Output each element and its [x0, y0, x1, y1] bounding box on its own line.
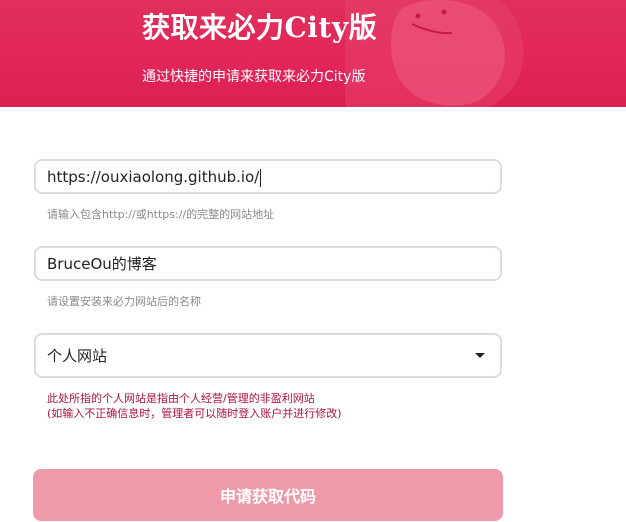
site-name-hint: 请设置安装来必力网站后的名称 — [47, 295, 201, 308]
site-type-note-line1: 此处所指的个人网站是指由个人经营/管理的非盈利网站 — [47, 392, 315, 405]
website-url-input[interactable] — [34, 159, 502, 194]
site-name-input[interactable] — [34, 246, 502, 281]
apply-code-button[interactable]: 申请获取代码 — [33, 469, 503, 521]
page: 获取来必力City版 通过快捷的申请来获取来必力City版 https://ou… — [0, 0, 626, 522]
site-type-select[interactable]: 个人网站 — [34, 333, 502, 378]
page-title: 获取来必力City版 — [142, 11, 378, 44]
website-url-hint: 请输入包含http://或https://的完整的网站地址 — [47, 208, 275, 221]
header-banner: 获取来必力City版 通过快捷的申请来获取来必力City版 — [0, 0, 626, 107]
site-type-note-line2: (如输入不正确信息时，管理者可以随时登入账户并进行修改) — [47, 407, 342, 420]
dropdown-arrow-icon — [475, 353, 485, 358]
page-subtitle: 通过快捷的申请来获取来必力City版 — [142, 69, 366, 85]
site-type-selected: 个人网站 — [47, 347, 108, 365]
